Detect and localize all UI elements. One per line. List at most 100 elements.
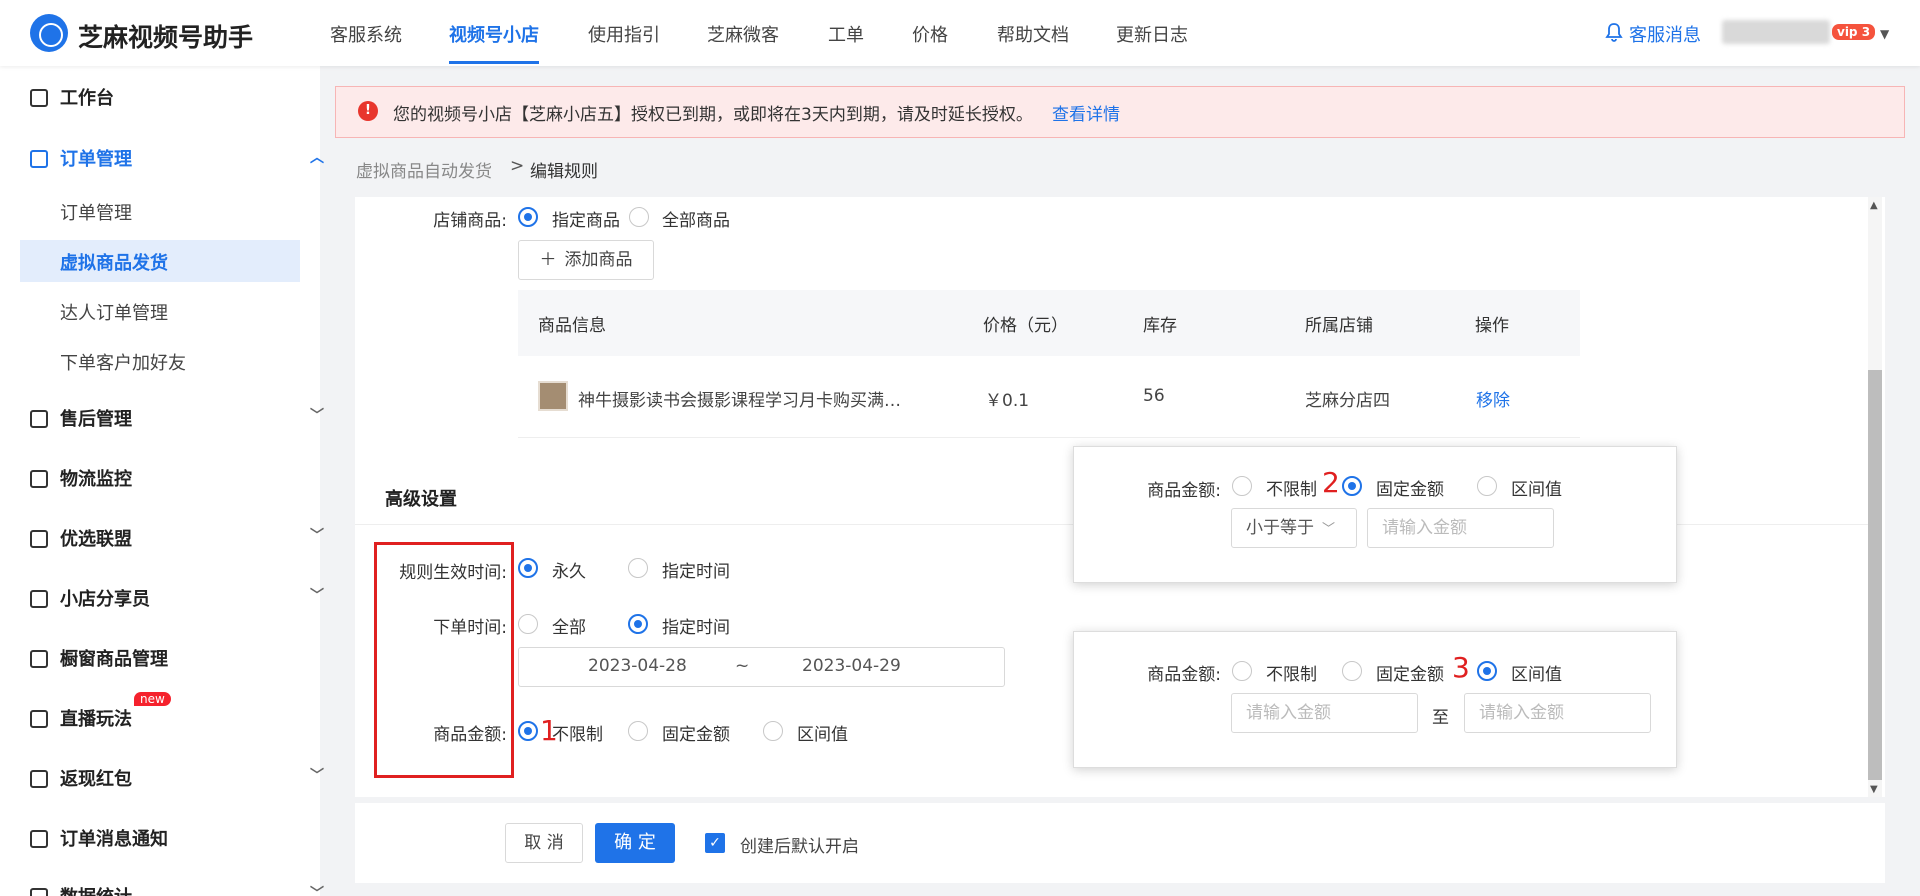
sidebar-item-order-management[interactable]: 订单管理 ︿ (30, 145, 324, 171)
col-shop: 所属店铺 (1305, 316, 1373, 336)
nav-changelog[interactable]: 更新日志 (1116, 21, 1188, 47)
auto-enable-label: 创建后默认开启 (740, 837, 859, 857)
table-cell-goods-name: 神牛摄影读书会摄影课程学习月卡购买满… (578, 391, 901, 411)
date-end[interactable]: 2023-04-29 (802, 656, 901, 676)
nav-active-indicator (449, 61, 539, 64)
sidebar-item-alliance[interactable]: 优选联盟 ﹀ (30, 525, 324, 551)
sidebar-sub-order-management[interactable]: 订单管理 (60, 199, 132, 225)
sidebar-sub-influencer-orders[interactable]: 达人订单管理 (60, 299, 168, 325)
popup-range-radio-unlimited[interactable] (1232, 661, 1252, 681)
remove-link[interactable]: 移除 (1476, 386, 1510, 411)
sidebar-item-workbench[interactable]: 工作台 (30, 84, 114, 110)
brand-name: 芝麻视频号助手 (78, 23, 254, 52)
annotation-marker-1: 1 (540, 714, 558, 747)
radio-amount-fixed[interactable] (628, 721, 648, 741)
date-separator: ~ (735, 656, 750, 676)
form-footer (355, 803, 1885, 883)
sidebar-item-logistics[interactable]: 物流监控 (30, 465, 132, 491)
chevron-down-icon: ﹀ (310, 408, 324, 424)
sidebar-sub-add-customer-friend[interactable]: 下单客户加好友 (60, 349, 186, 375)
window-icon (30, 650, 48, 668)
service-icon (30, 410, 48, 428)
radio-permanent[interactable] (518, 558, 538, 578)
shield-icon (30, 530, 48, 548)
nav-video-shop[interactable]: 视频号小店 (449, 21, 539, 47)
specified-goods-label: 指定商品 (552, 211, 620, 231)
range-to-label: 至 (1432, 708, 1449, 728)
sidebar-item-order-notify[interactable]: 订单消息通知 (30, 825, 168, 851)
range-max-input[interactable]: 请输入金额 (1464, 693, 1651, 733)
annotation-marker-3: 3 (1452, 651, 1470, 684)
amount-range-label: 区间值 (797, 725, 848, 745)
radio-effective-specified[interactable] (628, 558, 648, 578)
popup-range-amount-label: 商品金额: (1147, 665, 1221, 685)
fixed-amount-input[interactable]: 请输入金额 (1367, 508, 1554, 548)
radio-amount-unlimited[interactable] (518, 721, 538, 741)
popup-fixed-unlimited-label: 不限制 (1266, 480, 1317, 500)
chart-icon (30, 888, 48, 896)
confirm-button[interactable]: 确 定 (595, 823, 675, 863)
breadcrumb-current: 编辑规则 (530, 162, 598, 182)
chevron-down-icon: ﹀ (310, 588, 324, 604)
radio-order-specified[interactable] (628, 614, 648, 634)
radio-all-goods[interactable] (629, 207, 649, 227)
truck-icon (30, 470, 48, 488)
sidebar-item-window-goods[interactable]: 橱窗商品管理 (30, 645, 168, 671)
col-price: 价格（元） (983, 316, 1068, 336)
add-goods-button[interactable]: ＋添加商品 (518, 240, 654, 280)
new-badge: new (134, 692, 171, 706)
chevron-down-icon: ﹀ (310, 528, 324, 544)
effective-specified-label: 指定时间 (662, 562, 730, 582)
range-min-input[interactable]: 请输入金额 (1231, 693, 1418, 733)
nav-customer-service[interactable]: 客服系统 (330, 21, 402, 47)
customer-message-link[interactable]: 客服消息 (1629, 21, 1701, 47)
popup-range-fixed-label: 固定金额 (1376, 665, 1444, 685)
advanced-settings-title: 高级设置 (385, 489, 457, 510)
scroll-up-icon[interactable]: ▲ (1870, 200, 1878, 211)
sidebar-item-sharers[interactable]: 小店分享员 ﹀ (30, 585, 324, 611)
nav-guide[interactable]: 使用指引 (588, 21, 660, 47)
plus-icon: ＋ (539, 250, 557, 270)
sidebar-item-statistics[interactable]: 数据统计﹀ (30, 883, 324, 896)
popup-fixed-radio-fixed[interactable] (1342, 476, 1362, 496)
radio-specified-goods[interactable] (518, 207, 538, 227)
popup-fixed-radio-range[interactable] (1477, 476, 1497, 496)
play-icon (30, 710, 48, 728)
chevron-down-icon: ﹀ (310, 886, 324, 896)
sidebar-item-after-sales[interactable]: 售后管理 ﹀ (30, 405, 324, 431)
popup-fixed-radio-unlimited[interactable] (1232, 476, 1252, 496)
order-all-label: 全部 (552, 618, 586, 638)
order-specified-label: 指定时间 (662, 618, 730, 638)
nav-ticket[interactable]: 工单 (828, 21, 864, 47)
user-name-blurred[interactable] (1722, 20, 1830, 44)
top-bar: 芝麻视频号助手 客服系统 视频号小店 使用指引 芝麻微客 工单 价格 帮助文档 … (0, 0, 1920, 66)
sidebar-sub-virtual-delivery[interactable]: 虚拟商品发货 (60, 249, 168, 275)
view-details-link[interactable]: 查看详情 (1052, 100, 1120, 125)
auto-enable-checkbox[interactable]: ✓ (705, 833, 725, 853)
sidebar-item-live[interactable]: 直播玩法 (30, 705, 132, 731)
nav-price[interactable]: 价格 (912, 21, 948, 47)
radio-order-all[interactable] (518, 614, 538, 634)
nav-zhima-weike[interactable]: 芝麻微客 (707, 21, 779, 47)
popup-range-radio-range[interactable] (1477, 661, 1497, 681)
breadcrumb-parent[interactable]: 虚拟商品自动发货 (356, 157, 492, 182)
popup-fixed-range-label: 区间值 (1511, 480, 1562, 500)
caret-down-icon[interactable]: ▼ (1880, 27, 1889, 41)
radio-amount-range[interactable] (763, 721, 783, 741)
sidebar-item-cashback[interactable]: 返现红包 ﹀ (30, 765, 324, 791)
popup-range-radio-fixed[interactable] (1342, 661, 1362, 681)
compare-select[interactable]: 小于等于 ﹀ (1231, 508, 1357, 548)
scrollbar-thumb[interactable] (1868, 370, 1882, 780)
chevron-right-icon: > (510, 156, 525, 176)
all-goods-label: 全部商品 (662, 211, 730, 231)
date-start[interactable]: 2023-04-28 (588, 656, 687, 676)
table-cell-shop: 芝麻分店四 (1305, 391, 1390, 411)
popup-range-unlimited-label: 不限制 (1266, 665, 1317, 685)
shop-goods-label: 店铺商品: (433, 211, 507, 231)
bell-icon (1605, 23, 1623, 42)
scroll-down-icon[interactable]: ▼ (1870, 784, 1878, 795)
cancel-button[interactable]: 取 消 (505, 823, 583, 863)
table-cell-price: ￥0.1 (985, 391, 1030, 411)
nav-help-docs[interactable]: 帮助文档 (997, 21, 1069, 47)
monitor-icon (30, 89, 48, 107)
